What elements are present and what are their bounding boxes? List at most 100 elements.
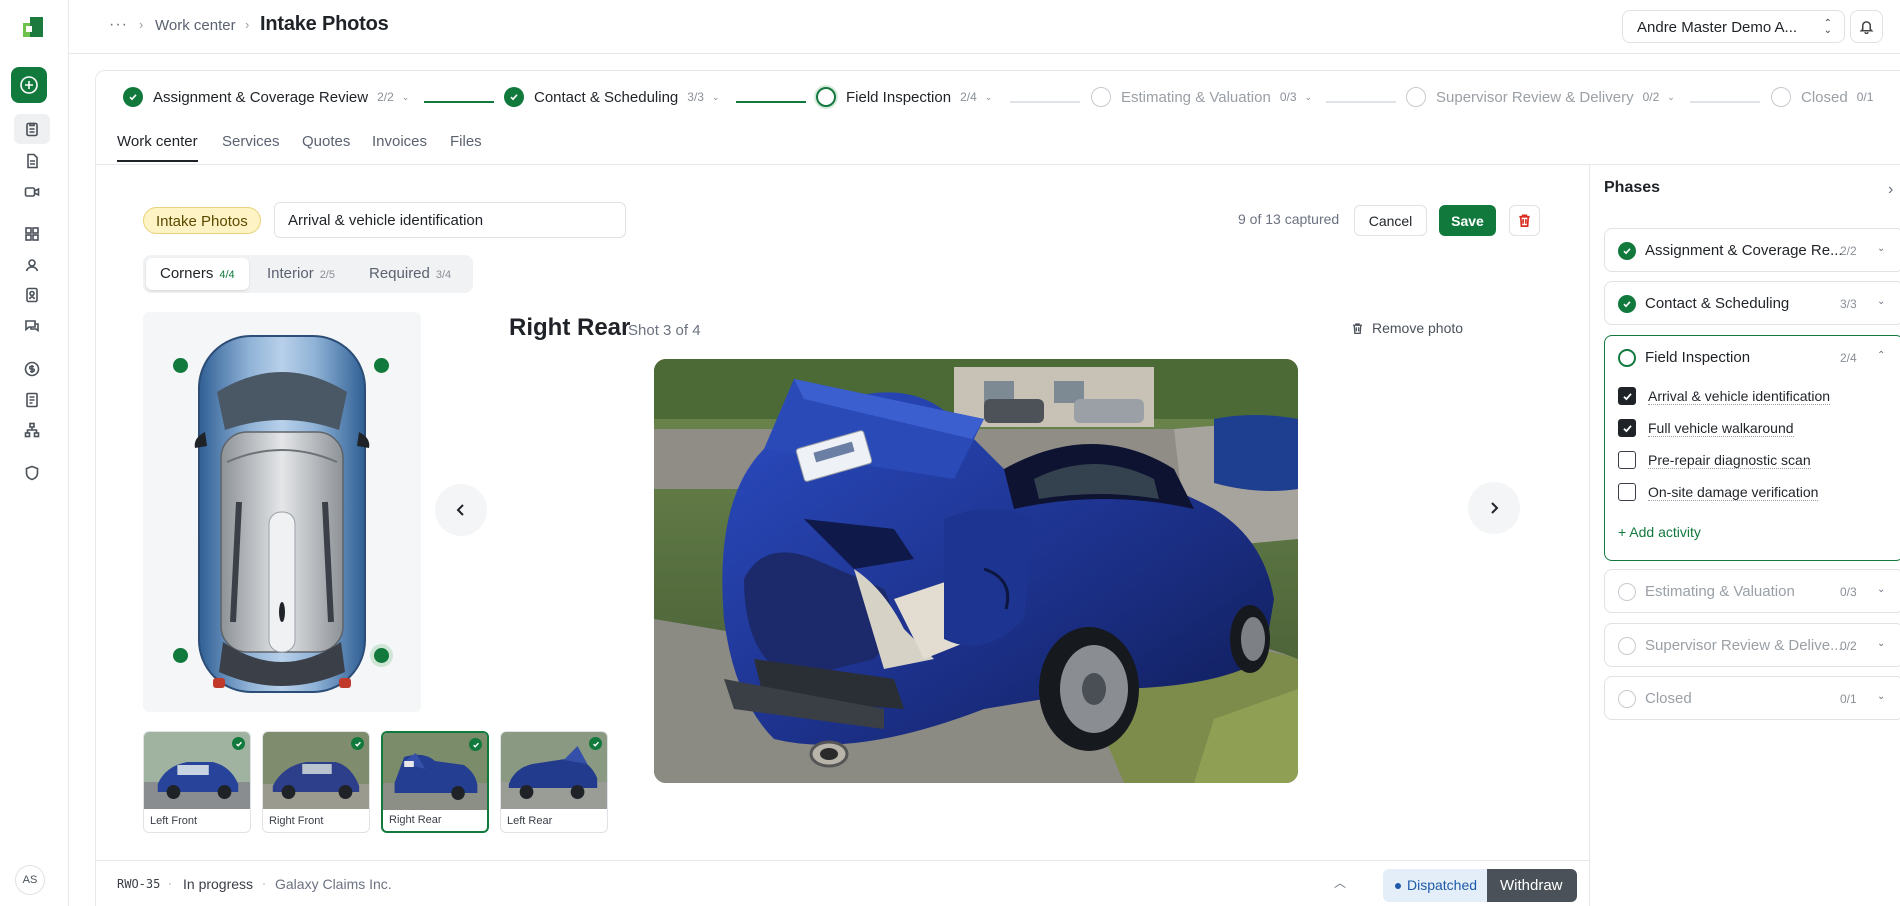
captured-check-icon xyxy=(351,737,364,750)
phase-card-estimating[interactable]: Estimating & Valuation 0/3 ⌄ xyxy=(1604,569,1900,613)
phase-card-supervisor-review[interactable]: Supervisor Review & Delive... 0/2 ⌄ xyxy=(1604,623,1900,667)
withdraw-button[interactable]: Withdraw xyxy=(1487,869,1577,902)
captured-check-icon xyxy=(232,737,245,750)
thumbnail-label: Right Rear xyxy=(389,814,442,826)
activity-label[interactable]: Full vehicle walkaround xyxy=(1648,420,1794,437)
previous-shot-button[interactable] xyxy=(435,484,487,536)
segment-corners[interactable]: Corners 4/4 xyxy=(146,258,249,290)
activity-item[interactable]: On-site damage verification xyxy=(1618,482,1819,502)
nav-work-orders[interactable] xyxy=(14,114,50,144)
step-estimating-valuation[interactable]: Estimating & Valuation 0/3 ⌄ xyxy=(1091,86,1312,108)
collapse-panel-icon[interactable]: › xyxy=(1888,181,1893,199)
nav-contacts[interactable] xyxy=(23,256,41,274)
chevron-down-icon: ⌄ xyxy=(1877,296,1886,307)
add-activity-button[interactable]: + Add activity xyxy=(1618,524,1701,540)
phase-count: 2/4 xyxy=(1840,351,1857,365)
app-logo[interactable] xyxy=(23,17,43,37)
step-assignment-coverage-review[interactable]: Assignment & Coverage Review 2/2 ⌄ xyxy=(123,86,409,108)
notifications-button[interactable] xyxy=(1850,10,1883,43)
breadcrumb-overflow[interactable]: ··· xyxy=(109,16,128,34)
chevron-down-icon: ⌄ xyxy=(1877,243,1886,254)
save-button[interactable]: Save xyxy=(1439,205,1496,236)
nav-dashboard[interactable] xyxy=(23,225,41,243)
nav-messages[interactable] xyxy=(23,317,41,335)
breadcrumb-work-center[interactable]: Work center xyxy=(155,17,236,34)
tab-invoices[interactable]: Invoices xyxy=(372,133,427,160)
shot-position: Shot 3 of 4 xyxy=(628,322,701,339)
step-closed[interactable]: Closed 0/1 xyxy=(1771,86,1873,108)
checkbox-unchecked[interactable] xyxy=(1618,451,1636,469)
checkbox-checked[interactable] xyxy=(1618,387,1636,405)
dollar-icon xyxy=(24,361,40,377)
step-field-inspection[interactable]: Field Inspection 2/4 ⌄ xyxy=(816,86,992,108)
work-order-id[interactable]: RWO-35 xyxy=(117,877,160,891)
activity-label[interactable]: Arrival & vehicle identification xyxy=(1648,388,1831,405)
phase-card-contact[interactable]: Contact & Scheduling 3/3 ⌄ xyxy=(1604,281,1900,325)
thumbnail-left-front[interactable]: Left Front xyxy=(143,731,251,833)
account-switcher[interactable]: Andre Master Demo A... ⌃ ⌄ xyxy=(1622,10,1845,43)
phase-card-closed[interactable]: Closed 0/1 ⌄ xyxy=(1604,676,1900,720)
nav-video[interactable] xyxy=(23,183,41,201)
activity-title-input[interactable] xyxy=(274,202,626,238)
corner-marker-left-rear[interactable] xyxy=(173,648,188,663)
nav-profiles[interactable] xyxy=(23,286,41,304)
tab-work-center[interactable]: Work center xyxy=(117,133,198,162)
chevron-up-icon: ⌃ xyxy=(1877,350,1886,361)
shot-title: Right Rear xyxy=(509,314,631,341)
tab-services[interactable]: Services xyxy=(222,133,280,160)
activity-label[interactable]: Pre-repair diagnostic scan xyxy=(1648,452,1811,469)
segment-required[interactable]: Required 3/4 xyxy=(355,258,465,290)
check-circle-icon xyxy=(123,87,143,107)
shot-photo[interactable] xyxy=(654,359,1298,783)
segment-label: Required xyxy=(369,265,430,282)
corner-marker-right-front[interactable] xyxy=(374,358,389,373)
nav-invoices[interactable] xyxy=(23,391,41,409)
tab-files[interactable]: Files xyxy=(450,133,482,160)
work-order-status: In progress xyxy=(183,876,254,892)
phase-card-header[interactable]: Field Inspection 2/4 ⌃ xyxy=(1605,336,1900,380)
client-name[interactable]: Galaxy Claims Inc. xyxy=(275,876,392,892)
phase-name: Assignment & Coverage Re... xyxy=(1645,242,1843,259)
top-bar: ··· › Work center › Intake Photos Andre … xyxy=(69,0,1900,54)
next-shot-button[interactable] xyxy=(1468,482,1520,534)
checkbox-checked[interactable] xyxy=(1618,419,1636,437)
dispatched-status-badge: Dispatched xyxy=(1383,869,1487,902)
corner-marker-left-front[interactable] xyxy=(173,358,188,373)
vehicle-corner-diagram xyxy=(143,312,421,712)
step-contact-scheduling[interactable]: Contact & Scheduling 3/3 ⌄ xyxy=(504,86,720,108)
activity-item[interactable]: Pre-repair diagnostic scan xyxy=(1618,450,1811,470)
captured-check-icon xyxy=(589,737,602,750)
thumbnail-right-front[interactable]: Right Front xyxy=(262,731,370,833)
chevron-down-icon: ⌄ xyxy=(711,91,720,102)
activity-item[interactable]: Full vehicle walkaround xyxy=(1618,418,1794,438)
account-name: Andre Master Demo A... xyxy=(1637,19,1798,36)
corner-marker-right-rear[interactable] xyxy=(374,648,389,663)
checkbox-unchecked[interactable] xyxy=(1618,483,1636,501)
nav-billing[interactable] xyxy=(23,360,41,378)
thumbnail-right-rear[interactable]: Right Rear xyxy=(381,731,489,833)
nav-documents[interactable] xyxy=(23,152,41,170)
nav-security[interactable] xyxy=(23,464,41,482)
empty-circle-icon xyxy=(1406,87,1426,107)
activity-item[interactable]: Arrival & vehicle identification xyxy=(1618,386,1831,406)
activity-type-tag: Intake Photos xyxy=(143,207,261,234)
user-avatar[interactable]: AS xyxy=(15,865,45,895)
chevron-right-icon xyxy=(1491,502,1499,514)
create-new-button[interactable] xyxy=(11,67,47,103)
segment-interior[interactable]: Interior 2/5 xyxy=(253,258,349,290)
activity-label[interactable]: On-site damage verification xyxy=(1648,484,1819,501)
status-footer: RWO-35 · In progress · Galaxy Claims Inc… xyxy=(95,860,1589,906)
step-supervisor-review-delivery[interactable]: Supervisor Review & Delivery 0/2 ⌄ xyxy=(1406,86,1675,108)
delete-button[interactable] xyxy=(1509,205,1540,236)
tab-quotes[interactable]: Quotes xyxy=(302,133,350,160)
cancel-button[interactable]: Cancel xyxy=(1354,205,1427,236)
phases-panel: Phases › Assignment & Coverage Re... 2/2… xyxy=(1589,165,1900,906)
remove-photo-label: Remove photo xyxy=(1372,320,1464,336)
thumbnail-left-rear[interactable]: Left Rear xyxy=(500,731,608,833)
nav-workflows[interactable] xyxy=(23,421,41,439)
check-circle-icon xyxy=(1618,295,1636,313)
chevron-up-icon[interactable]: ︿ xyxy=(1334,874,1346,891)
remove-photo-button[interactable]: Remove photo xyxy=(1351,320,1463,336)
step-count: 2/2 xyxy=(377,90,394,104)
phase-card-assignment[interactable]: Assignment & Coverage Re... 2/2 ⌄ xyxy=(1604,228,1900,272)
